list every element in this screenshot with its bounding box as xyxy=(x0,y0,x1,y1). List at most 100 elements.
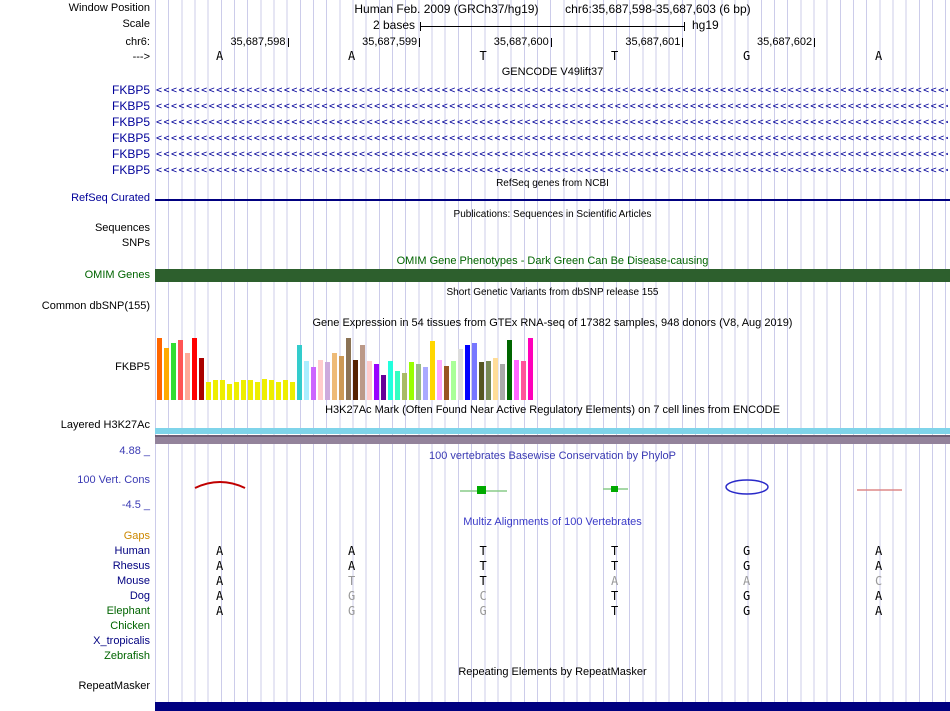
gaps-row-label[interactable]: Gaps xyxy=(0,530,150,542)
gtex-bar xyxy=(318,360,323,400)
gtex-bar xyxy=(514,360,519,400)
gencode-transcript-arrow-line: <<<<<<<<<<<<<<<<<<<<<<<<<<<<<<<<<<<<<<<<… xyxy=(156,149,948,160)
multiz-aligned-base: A xyxy=(611,574,619,588)
gencode-track-title[interactable]: GENCODE V49lift37 xyxy=(155,66,950,78)
multiz-species-label[interactable]: Chicken xyxy=(0,620,150,632)
gencode-transcript-arrow-line: <<<<<<<<<<<<<<<<<<<<<<<<<<<<<<<<<<<<<<<<… xyxy=(156,165,948,176)
gtex-bar xyxy=(346,338,351,400)
gencode-gene-label[interactable]: FKBP5 xyxy=(0,147,150,161)
refseq-track-title[interactable]: RefSeq genes from NCBI xyxy=(155,178,950,189)
gencode-transcript-arrow-line: <<<<<<<<<<<<<<<<<<<<<<<<<<<<<<<<<<<<<<<<… xyxy=(156,117,948,128)
h3k27ac-track-title[interactable]: H3K27Ac Mark (Often Found Near Active Re… xyxy=(155,404,950,416)
coordinate-label: 35,687,598 xyxy=(230,36,286,48)
multiz-species-label[interactable]: X_tropicalis xyxy=(0,635,150,647)
gtex-bar xyxy=(472,343,477,400)
scale-value: 2 bases xyxy=(372,18,415,32)
repeatmasker-track-title[interactable]: Repeating Elements by RepeatMasker xyxy=(155,666,950,678)
gtex-bar xyxy=(192,338,197,400)
multiz-species-label[interactable]: Rhesus xyxy=(0,560,150,572)
gtex-bar xyxy=(332,353,337,400)
multiz-aligned-base: T xyxy=(479,559,487,573)
phylop-green-box-1 xyxy=(477,486,486,494)
omim-track-title[interactable]: OMIM Gene Phenotypes - Dark Green Can Be… xyxy=(155,255,950,267)
multiz-species-label[interactable]: Human xyxy=(0,545,150,557)
gencode-gene-label[interactable]: FKBP5 xyxy=(0,131,150,145)
multiz-aligned-base: T xyxy=(611,604,619,618)
gtex-gene-label[interactable]: FKBP5 xyxy=(0,361,150,373)
gtex-bar-chart xyxy=(157,333,539,400)
gencode-gene-label[interactable]: FKBP5 xyxy=(0,99,150,113)
gtex-bar xyxy=(311,367,316,400)
gtex-bar xyxy=(234,382,239,400)
multiz-aligned-base: A xyxy=(216,559,224,573)
multiz-aligned-base: G xyxy=(743,559,751,573)
phylop-blue-ellipse xyxy=(725,479,769,495)
multiz-aligned-base: G xyxy=(479,604,487,618)
gtex-bar xyxy=(325,362,330,400)
coordinate-tick xyxy=(814,38,816,47)
reference-base: A xyxy=(216,49,224,63)
reference-base: A xyxy=(348,49,356,63)
gtex-bar xyxy=(430,341,435,400)
gtex-bar xyxy=(507,340,512,400)
multiz-aligned-base: G xyxy=(348,589,356,603)
gencode-transcript-arrow-line: <<<<<<<<<<<<<<<<<<<<<<<<<<<<<<<<<<<<<<<<… xyxy=(156,133,948,144)
gtex-bar xyxy=(241,380,246,400)
sequences-label[interactable]: Sequences xyxy=(0,222,150,234)
multiz-species-label[interactable]: Mouse xyxy=(0,575,150,587)
multiz-aligned-base: T xyxy=(611,544,619,558)
reference-base: G xyxy=(743,49,751,63)
coordinate-tick xyxy=(550,38,552,47)
multiz-species-label[interactable]: Elephant xyxy=(0,605,150,617)
gtex-track-title[interactable]: Gene Expression in 54 tissues from GTEx … xyxy=(155,317,950,329)
refseq-curated-label[interactable]: RefSeq Curated xyxy=(0,192,150,204)
gtex-bar xyxy=(185,353,190,400)
multiz-aligned-base: T xyxy=(611,589,619,603)
gtex-bar xyxy=(269,380,274,400)
multiz-species-label[interactable]: Zebrafish xyxy=(0,650,150,662)
phylop-min-value: -4.5 _ xyxy=(121,499,150,511)
snps-label[interactable]: SNPs xyxy=(0,237,150,249)
gtex-bar xyxy=(297,345,302,400)
layered-h3k27ac-label[interactable]: Layered H3K27Ac xyxy=(0,419,150,431)
coordinate-label: 35,687,599 xyxy=(362,36,418,48)
gtex-bar xyxy=(486,361,491,400)
coordinate-label: 35,687,600 xyxy=(493,36,549,48)
gtex-bar xyxy=(157,338,162,400)
window-position-label: Window Position xyxy=(68,2,150,14)
multiz-aligned-base: G xyxy=(348,604,356,618)
common-dbsnp-label[interactable]: Common dbSNP(155) xyxy=(0,300,150,312)
gtex-bar xyxy=(290,382,295,400)
gtex-bar xyxy=(479,362,484,400)
phylop-track-label[interactable]: 100 Vert. Cons xyxy=(0,474,150,486)
coordinate-tick xyxy=(682,38,684,47)
omim-genes-label[interactable]: OMIM Genes xyxy=(0,269,150,281)
gencode-gene-label[interactable]: FKBP5 xyxy=(0,83,150,97)
multiz-track-title[interactable]: Multiz Alignments of 100 Vertebrates xyxy=(155,516,950,528)
gencode-gene-label[interactable]: FKBP5 xyxy=(0,115,150,129)
gtex-bar xyxy=(339,356,344,400)
multiz-aligned-base: A xyxy=(875,559,883,573)
gencode-gene-label[interactable]: FKBP5 xyxy=(0,163,150,177)
header-line: Human Feb. 2009 (GRCh37/hg19) chr6:35,68… xyxy=(155,2,950,16)
multiz-aligned-base: T xyxy=(479,544,487,558)
phylop-red-arc xyxy=(194,481,246,489)
multiz-aligned-base: T xyxy=(479,574,487,588)
gtex-bar xyxy=(213,380,218,400)
multiz-aligned-base: A xyxy=(216,589,224,603)
publications-track-title[interactable]: Publications: Sequences in Scientific Ar… xyxy=(155,209,950,220)
omim-gene-bar[interactable] xyxy=(155,269,950,282)
position-text: chr6:35,687,598-35,687,603 (6 bp) xyxy=(565,2,751,16)
scale-bar-right-tick xyxy=(684,22,685,31)
gtex-bar xyxy=(283,380,288,400)
reference-base: T xyxy=(611,49,619,63)
repeatmasker-label[interactable]: RepeatMasker xyxy=(0,680,150,692)
dbsnp-track-title[interactable]: Short Genetic Variants from dbSNP releas… xyxy=(155,287,950,298)
gtex-bar xyxy=(395,371,400,400)
multiz-species-label[interactable]: Dog xyxy=(0,590,150,602)
reference-base: T xyxy=(479,49,487,63)
gencode-transcript-arrow-line: <<<<<<<<<<<<<<<<<<<<<<<<<<<<<<<<<<<<<<<<… xyxy=(156,101,948,112)
h3k27ac-signal-bar-2 xyxy=(155,435,950,444)
coordinate-tick xyxy=(419,38,421,47)
gtex-bar xyxy=(409,362,414,400)
